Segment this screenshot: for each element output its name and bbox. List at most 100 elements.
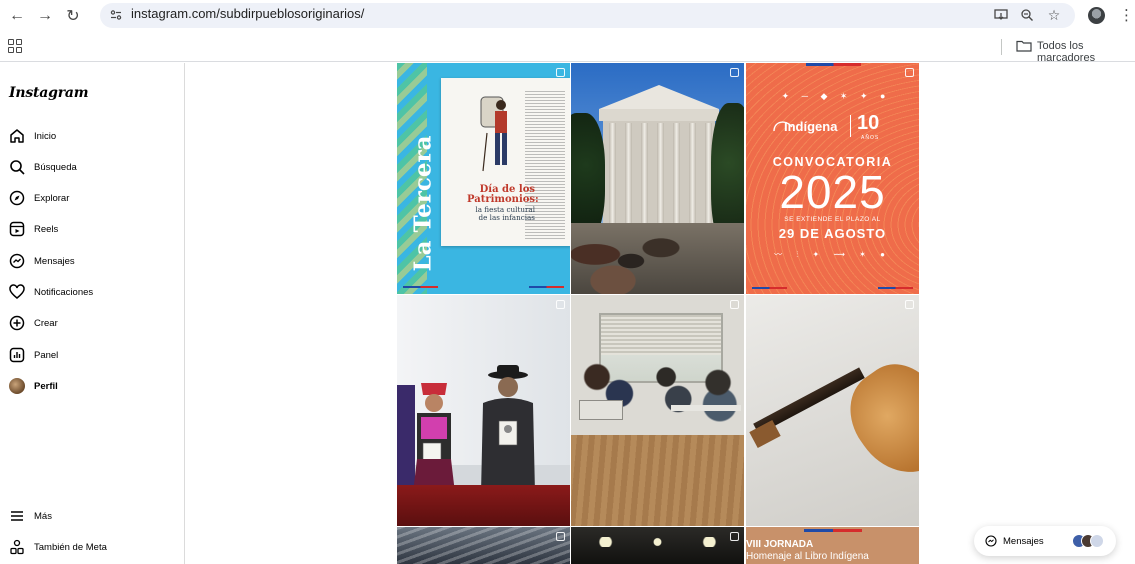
post-tile-la-tercera[interactable]: La Tercera Día de los Patrimonios: la fi… (397, 63, 570, 294)
sidebar-item-inicio[interactable]: Inicio (8, 125, 178, 147)
sidebar-item-label: Búsqueda (34, 161, 77, 173)
forward-arrow-icon[interactable]: → (34, 5, 56, 27)
carousel-icon (905, 300, 914, 309)
desk (671, 405, 741, 411)
column (609, 123, 616, 231)
carousel-icon (556, 300, 565, 309)
bookmarks-bar: Todos los marcadores (0, 31, 1135, 64)
post-tile-convocatoria[interactable]: ✦ ─ ◆ ✶ ✦ ● Indígena 10 AÑOS CONVOCATORI… (746, 63, 919, 294)
browser-menu-icon[interactable]: ⋮ (1119, 6, 1134, 24)
column (625, 123, 632, 231)
crowd (571, 228, 691, 294)
column (673, 123, 680, 231)
deadline-date: 29 DE AGOSTO (778, 226, 887, 241)
sidebar-item-mas[interactable]: Más (8, 505, 178, 527)
post-headline: Día de los Patrimonios: (467, 184, 539, 205)
guitar-body (832, 349, 919, 491)
carousel-icon (730, 68, 739, 77)
divider (850, 115, 851, 137)
sidebar-item-label: Inicio (34, 130, 57, 142)
sidebar-item-perfil[interactable]: Perfil (8, 375, 178, 397)
sidebar-item-label: Crear (34, 317, 58, 329)
browser-toolbar: ← → ↻ instagram.com/subdirpueblosorigina… (0, 0, 1135, 31)
flag-bar (806, 63, 861, 66)
anniversary-number: 10 (857, 112, 880, 134)
carousel-icon (905, 68, 914, 77)
person-in-traditional-dress (413, 383, 455, 493)
apps-grid-icon[interactable] (8, 39, 22, 53)
messenger-icon (985, 535, 997, 547)
sidebar-item-explorar[interactable]: Explorar (8, 187, 178, 209)
sidebar-item-notificaciones[interactable]: Notificaciones (8, 281, 178, 303)
red-table (397, 485, 570, 526)
carousel-icon (730, 300, 739, 309)
post-tile-guitar[interactable] (746, 295, 919, 526)
sidebar-item-panel[interactable]: Panel (8, 344, 178, 366)
back-arrow-icon[interactable]: ← (6, 5, 28, 27)
sidebar-item-label: Notificaciones (34, 286, 94, 298)
home-icon (8, 127, 26, 145)
browser-profile-avatar[interactable] (1088, 7, 1105, 24)
window-blinds (601, 315, 721, 355)
person-with-hat (481, 365, 535, 493)
meta-threads-icon (8, 538, 26, 556)
messages-label: Mensajes (1003, 535, 1044, 547)
illustrated-figure (480, 96, 507, 172)
carousel-icon (730, 532, 739, 541)
instagram-sidebar: Instagram Inicio Búsqueda Explorar Reels… (0, 63, 185, 564)
printer (579, 400, 623, 420)
symbols-row: ✦ ─ ◆ ✶ ✦ ● (781, 91, 891, 101)
post-tile-jornada[interactable]: VIII JORNADA Homenaje al Libro Indígena (746, 527, 919, 564)
heart-icon (8, 283, 26, 301)
post-tile-event-hall[interactable] (571, 527, 744, 564)
sidebar-item-mensajes[interactable]: Mensajes (8, 250, 178, 272)
festival-title: Indígena (784, 119, 838, 134)
sidebar-item-reels[interactable]: Reels (8, 218, 178, 240)
messages-pill[interactable]: Mensajes (974, 526, 1116, 556)
sidebar-item-label: Mensajes (34, 255, 75, 267)
anniversary-label: AÑOS (861, 135, 880, 141)
sidebar-item-label: Explorar (34, 192, 70, 204)
sidebar-item-busqueda[interactable]: Búsqueda (8, 156, 178, 178)
all-bookmarks-label[interactable]: Todos los marcadores (1037, 40, 1135, 64)
carousel-icon (556, 68, 565, 77)
plus-square-icon (8, 314, 26, 332)
install-app-icon[interactable] (992, 6, 1010, 24)
bookmarks-divider (1001, 39, 1002, 55)
hamburger-icon (8, 507, 26, 525)
bookmark-star-icon[interactable]: ☆ (1045, 6, 1063, 24)
post-subheadline: la fiesta cultural de las infancias (475, 205, 535, 222)
building-pediment (599, 85, 719, 109)
url-text[interactable]: instagram.com/subdirpueblosoriginarios/ (131, 6, 364, 21)
year-text: 2025 (779, 166, 886, 218)
sidebar-item-label: Reels (34, 223, 59, 235)
site-info-icon[interactable] (110, 9, 122, 21)
building-entablature (599, 109, 719, 121)
post-tile-building[interactable] (571, 63, 744, 294)
column (657, 123, 664, 231)
sidebar-item-label: Perfil (34, 380, 58, 392)
la-tercera-brand: La Tercera (409, 135, 437, 271)
symbols-row: 〰 ⫶ ✦ ⟿ ✶ ● (774, 250, 891, 259)
post-tile-meeting[interactable] (571, 295, 744, 526)
profile-avatar (8, 377, 26, 395)
jornada-title: VIII JORNADA (746, 539, 814, 550)
sidebar-item-tambien-de-meta[interactable]: También de Meta (8, 536, 178, 558)
post-tile-book-presentation[interactable] (397, 295, 570, 526)
sidebar-item-crear[interactable]: Crear (8, 312, 178, 334)
posts-grid: La Tercera Día de los Patrimonios: la fi… (397, 63, 921, 564)
avatar (1090, 534, 1104, 548)
zoom-icon[interactable] (1018, 6, 1036, 24)
post-footer (397, 280, 570, 294)
reels-icon (8, 220, 26, 238)
roof-texture (397, 527, 570, 564)
sidebar-item-label: Más (34, 510, 52, 522)
instagram-logo[interactable]: Instagram (9, 85, 89, 101)
reload-icon[interactable]: ↻ (62, 5, 84, 27)
post-tile-roof[interactable] (397, 527, 570, 564)
post-footer (746, 282, 919, 294)
jornada-subtitle: Homenaje al Libro Indígena (746, 551, 869, 562)
dashboard-icon (8, 346, 26, 364)
folder-icon[interactable] (1016, 40, 1032, 52)
sidebar-item-label: También de Meta (34, 541, 107, 553)
